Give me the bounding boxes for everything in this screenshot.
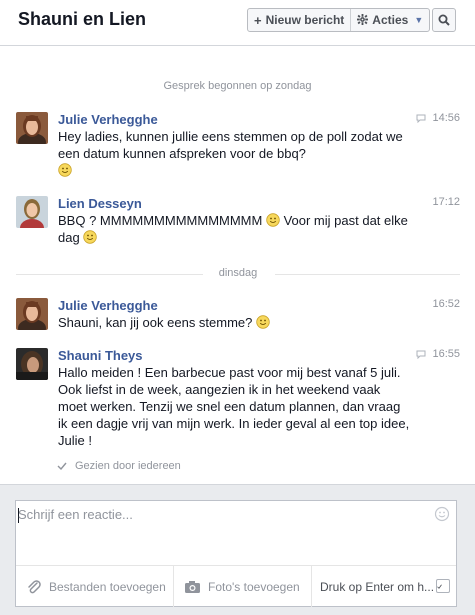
avatar[interactable] xyxy=(16,196,48,228)
new-message-button[interactable]: + Nieuw bericht xyxy=(248,9,350,31)
press-enter-label: Druk op Enter om h... xyxy=(320,579,435,594)
message-body: Hallo meiden ! Een barbecue past voor mi… xyxy=(58,365,410,448)
message-text: Hallo meiden ! Een barbecue past voor mi… xyxy=(58,364,412,449)
message-body: Hey ladies, kunnen jullie eens stemmen o… xyxy=(58,129,403,161)
actions-button[interactable]: Acties ▼ xyxy=(350,9,429,31)
press-enter-toggle[interactable]: Druk op Enter om h... xyxy=(312,566,456,607)
add-photos-button[interactable]: Foto's toevoegen xyxy=(174,566,312,607)
message-time: 16:55 xyxy=(416,348,460,360)
message-item: Julie Verhegghe 14:56 Hey ladies, kunnen… xyxy=(16,112,460,182)
message-author[interactable]: Julie Verhegghe xyxy=(58,298,158,313)
smiley-icon xyxy=(256,315,270,329)
header-button-group: + Nieuw bericht Acties ▼ xyxy=(247,8,431,32)
emoji-picker-icon[interactable] xyxy=(434,506,450,522)
conversation-header: Shauni en Lien + Nieuw bericht Acties ▼ xyxy=(0,0,475,46)
press-enter-checkbox[interactable] xyxy=(436,579,450,593)
message-thread[interactable]: Gesprek begonnen op zondag Julie Verhegg… xyxy=(0,46,475,484)
seen-status: Gezien door iedereen xyxy=(57,460,181,472)
checkmark-icon xyxy=(437,584,442,589)
message-body: Shauni, kan jij ook eens stemme? xyxy=(58,315,253,330)
paperclip-icon xyxy=(28,579,41,593)
message-text: BBQ ? MMMMMMMMMMMMMMM Voor mij past dat … xyxy=(58,212,412,246)
conversation-title: Shauni en Lien xyxy=(18,9,147,29)
message-time: 16:52 xyxy=(432,298,460,310)
message-item: Lien Desseyn 17:12 BBQ ? MMMMMMMMMMMMMMM… xyxy=(16,196,460,248)
day-divider-label: dinsdag xyxy=(16,267,460,279)
message-text: Hey ladies, kunnen jullie eens stemmen o… xyxy=(58,128,412,179)
message-time-label: 17:12 xyxy=(432,196,460,208)
message-time: 14:56 xyxy=(416,112,460,124)
message-time-label: 16:55 xyxy=(432,348,460,360)
chat-bubble-icon xyxy=(416,114,426,123)
search-button[interactable] xyxy=(432,8,456,32)
new-message-label: Nieuw bericht xyxy=(265,13,345,27)
message-author[interactable]: Julie Verhegghe xyxy=(58,112,158,127)
message-time: 17:12 xyxy=(432,196,460,208)
add-photos-label: Foto's toevoegen xyxy=(208,579,300,594)
composer-area: Bestanden toevoegen Foto's toevoegen Dru… xyxy=(0,484,475,615)
message-item: Shauni Theys 16:55 Hallo meiden ! Een ba… xyxy=(16,348,460,454)
message-time-label: 16:52 xyxy=(432,298,460,310)
avatar[interactable] xyxy=(16,298,48,330)
message-time-label: 14:56 xyxy=(432,112,460,124)
chat-bubble-icon xyxy=(416,350,426,359)
day-divider: dinsdag xyxy=(16,267,460,281)
actions-label: Acties xyxy=(372,13,409,27)
message-author[interactable]: Lien Desseyn xyxy=(58,196,142,211)
seen-status-label: Gezien door iedereen xyxy=(75,460,181,472)
add-files-label: Bestanden toevoegen xyxy=(49,579,166,594)
message-author[interactable]: Shauni Theys xyxy=(58,348,143,363)
smiley-icon xyxy=(266,213,280,227)
add-files-button[interactable]: Bestanden toevoegen xyxy=(16,566,174,607)
search-icon xyxy=(438,14,450,26)
message-text: Shauni, kan jij ook eens stemme? xyxy=(58,314,412,331)
chevron-down-icon: ▼ xyxy=(414,15,424,25)
composer-box: Bestanden toevoegen Foto's toevoegen Dru… xyxy=(15,500,457,607)
avatar[interactable] xyxy=(16,112,48,144)
checkmark-icon xyxy=(57,462,67,470)
smiley-icon xyxy=(83,230,98,244)
gear-icon xyxy=(357,13,369,28)
composer-toolbar: Bestanden toevoegen Foto's toevoegen Dru… xyxy=(16,565,456,607)
avatar[interactable] xyxy=(16,348,48,380)
smiley-icon xyxy=(58,163,72,177)
reply-input[interactable] xyxy=(18,507,428,567)
camera-icon xyxy=(185,580,200,593)
message-item: Julie Verhegghe 16:52 Shauni, kan jij oo… xyxy=(16,298,460,334)
message-body: BBQ ? MMMMMMMMMMMMMMM xyxy=(58,213,263,228)
plus-icon: + xyxy=(254,12,262,28)
day-label: dinsdag xyxy=(210,267,266,279)
conversation-start-label: Gesprek begonnen op zondag xyxy=(163,80,312,92)
